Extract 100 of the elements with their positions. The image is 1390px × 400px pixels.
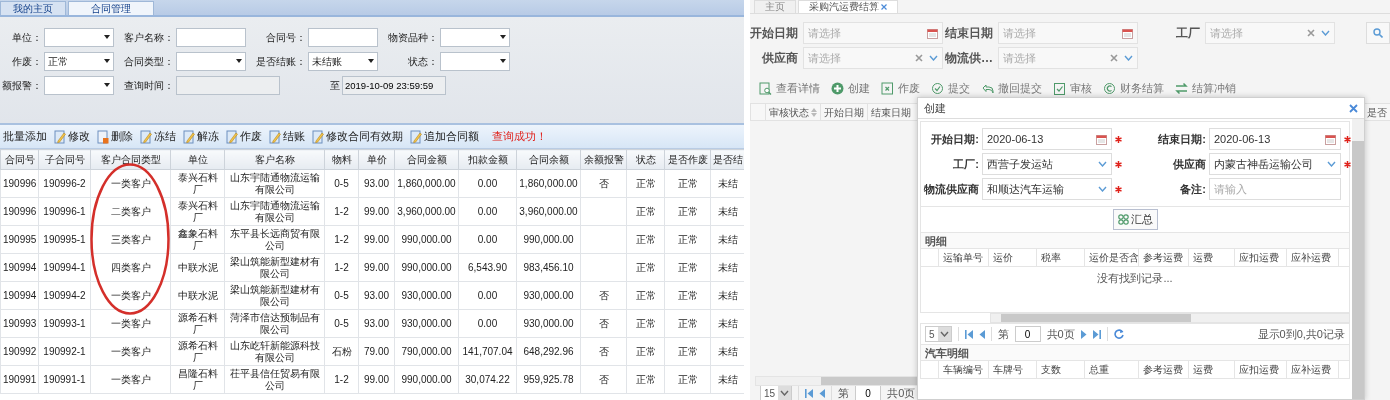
text-field[interactable]: 请输入 xyxy=(1214,180,1336,198)
dropdown[interactable] xyxy=(44,27,114,47)
text-field[interactable]: 2020-06-13 xyxy=(1214,130,1321,148)
column-header[interactable]: 运输单号 xyxy=(939,249,989,266)
page-number-field[interactable]: 0 xyxy=(855,386,882,400)
toolbar-button[interactable]: 财务结算 xyxy=(1103,79,1164,97)
column-header[interactable]: 应扣运费 xyxy=(1235,249,1287,266)
column-header[interactable]: 运费 xyxy=(1189,249,1235,266)
text-field[interactable]: 请选择 xyxy=(808,24,921,42)
text-field[interactable]: 请选择 xyxy=(1210,24,1301,42)
column-header[interactable]: 扣款金额 xyxy=(458,149,517,170)
toolbar-button[interactable]: 修改 xyxy=(54,128,90,145)
text-field[interactable]: 2020-06-13 xyxy=(987,130,1092,148)
column-header[interactable]: 余额报警 xyxy=(580,149,627,170)
column-header[interactable]: 运费 xyxy=(1189,361,1235,378)
column-header[interactable]: 应扣运费 xyxy=(1235,361,1287,378)
tab[interactable]: 采购汽运费结算 xyxy=(798,0,898,13)
column-header[interactable]: 合同余额 xyxy=(516,149,581,170)
column-header[interactable]: 开始日期 xyxy=(820,104,867,120)
toolbar-button[interactable]: 撤回提交 xyxy=(981,79,1042,97)
toolbar-button[interactable]: 冻结 xyxy=(140,128,176,145)
column-header[interactable]: 结束日期 xyxy=(867,104,914,120)
column-header[interactable]: 总重 xyxy=(1085,361,1139,378)
last-page-icon[interactable] xyxy=(1092,329,1101,339)
column-header[interactable]: 子合同号 xyxy=(38,149,91,170)
scrollbar[interactable] xyxy=(755,376,920,386)
text-field[interactable]: 请选择 xyxy=(1003,49,1104,67)
previous-page-icon[interactable] xyxy=(819,388,826,398)
column-header[interactable]: 是否作废 xyxy=(664,149,711,170)
column-header[interactable]: 审核状态 xyxy=(765,104,820,120)
toolbar-button[interactable]: 查看详情 xyxy=(759,79,820,97)
summary-button[interactable]: 汇总 xyxy=(1112,209,1158,230)
text-field[interactable] xyxy=(176,27,246,47)
text-field[interactable]: 请选择 xyxy=(1003,24,1116,42)
text-field[interactable]: 请选择 xyxy=(808,49,909,67)
dropdown[interactable]: 西营子发运站 xyxy=(982,153,1112,175)
dropdown[interactable]: 请选择 xyxy=(803,47,943,69)
text-field[interactable]: 请输入 xyxy=(1209,178,1341,200)
toolbar-button[interactable]: 删除 xyxy=(97,128,133,145)
toolbar-button[interactable]: 作废 xyxy=(881,79,920,97)
toolbar-button[interactable]: 追加合同额 xyxy=(410,128,479,145)
first-page-icon[interactable] xyxy=(964,329,973,339)
column-header[interactable]: 合同号 xyxy=(0,149,39,170)
column-header[interactable]: 税率 xyxy=(1037,249,1085,266)
date-field[interactable]: 请选择 xyxy=(803,22,943,44)
scrollbar[interactable] xyxy=(990,313,1350,323)
dropdown[interactable] xyxy=(176,51,246,71)
page-number-field[interactable]: 0 xyxy=(1014,326,1041,342)
column-header[interactable]: 物料 xyxy=(324,149,359,170)
column-header[interactable]: 支数 xyxy=(1037,361,1085,378)
toolbar-button[interactable]: 审核 xyxy=(1053,79,1092,97)
toolbar-button[interactable]: 结算冲销 xyxy=(1175,79,1236,97)
dropdown[interactable]: 和顺达汽车运输 xyxy=(982,178,1112,200)
previous-page-icon[interactable] xyxy=(978,329,985,339)
column-header[interactable]: 单位 xyxy=(170,149,225,170)
column-header[interactable]: 应补运费 xyxy=(1287,361,1339,378)
column-header[interactable]: 单价 xyxy=(358,149,395,170)
dropdown[interactable] xyxy=(440,27,510,47)
first-page-icon[interactable] xyxy=(805,388,814,398)
text-field[interactable] xyxy=(176,75,280,95)
column-header[interactable]: 运价 xyxy=(989,249,1037,266)
dropdown[interactable]: 未结账 xyxy=(308,51,378,71)
column-header[interactable]: 应补运费 xyxy=(1287,249,1339,266)
toolbar-button[interactable]: 修改合同有效期 xyxy=(312,128,403,145)
toolbar-button[interactable]: 创建 xyxy=(831,79,870,97)
text-field[interactable] xyxy=(308,27,378,47)
date-field[interactable]: 2020-06-13 xyxy=(982,128,1112,150)
toolbar-button[interactable]: 提交 xyxy=(931,79,970,97)
column-header[interactable]: 合同金额 xyxy=(394,149,459,170)
column-header[interactable]: 客户合同类型 xyxy=(90,149,171,170)
column-header[interactable]: 状态 xyxy=(626,149,665,170)
column-header[interactable]: 参考运费 xyxy=(1139,249,1189,266)
column-header[interactable]: 参考运费 xyxy=(1139,361,1189,378)
next-page-icon[interactable] xyxy=(1080,329,1087,339)
dropdown[interactable]: 请选择 xyxy=(998,47,1138,69)
text-field[interactable]: 内蒙古神岳运输公司 xyxy=(1214,155,1323,173)
close-icon[interactable] xyxy=(881,4,887,10)
dropdown[interactable]: 内蒙古神岳运输公司 xyxy=(1209,153,1341,175)
page-size-dropdown[interactable]: 15 xyxy=(760,386,793,400)
column-header[interactable]: 运价是否含 xyxy=(1085,249,1139,266)
tab[interactable]: 合同管理 xyxy=(68,1,154,15)
text-field[interactable]: 2019-10-09 23:59:59 xyxy=(342,75,446,95)
dropdown[interactable]: 正常 xyxy=(44,51,114,71)
toolbar-button[interactable]: 批量添加 xyxy=(3,128,47,145)
dropdown[interactable] xyxy=(440,51,510,71)
scrollbar[interactable] xyxy=(1352,119,1364,399)
date-field[interactable]: 请选择 xyxy=(998,22,1138,44)
refresh-icon[interactable] xyxy=(1113,329,1124,339)
toolbar-button[interactable]: 作废 xyxy=(226,128,262,145)
toolbar-button[interactable]: 结账 xyxy=(269,128,305,145)
dropdown[interactable]: 请选择 xyxy=(1205,22,1335,44)
column-header[interactable]: 是否结 xyxy=(710,149,744,170)
page-size-dropdown[interactable]: 5 xyxy=(925,326,952,342)
text-field[interactable]: 西营子发运站 xyxy=(987,155,1094,173)
text-field[interactable]: 和顺达汽车运输 xyxy=(987,180,1094,198)
column-header[interactable]: 客户名称 xyxy=(224,149,325,170)
column-header[interactable]: 车辆编号 xyxy=(939,361,989,378)
tab[interactable]: 我的主页 xyxy=(0,1,66,15)
date-field[interactable]: 2020-06-13 xyxy=(1209,128,1341,150)
search-button[interactable] xyxy=(1366,22,1390,44)
